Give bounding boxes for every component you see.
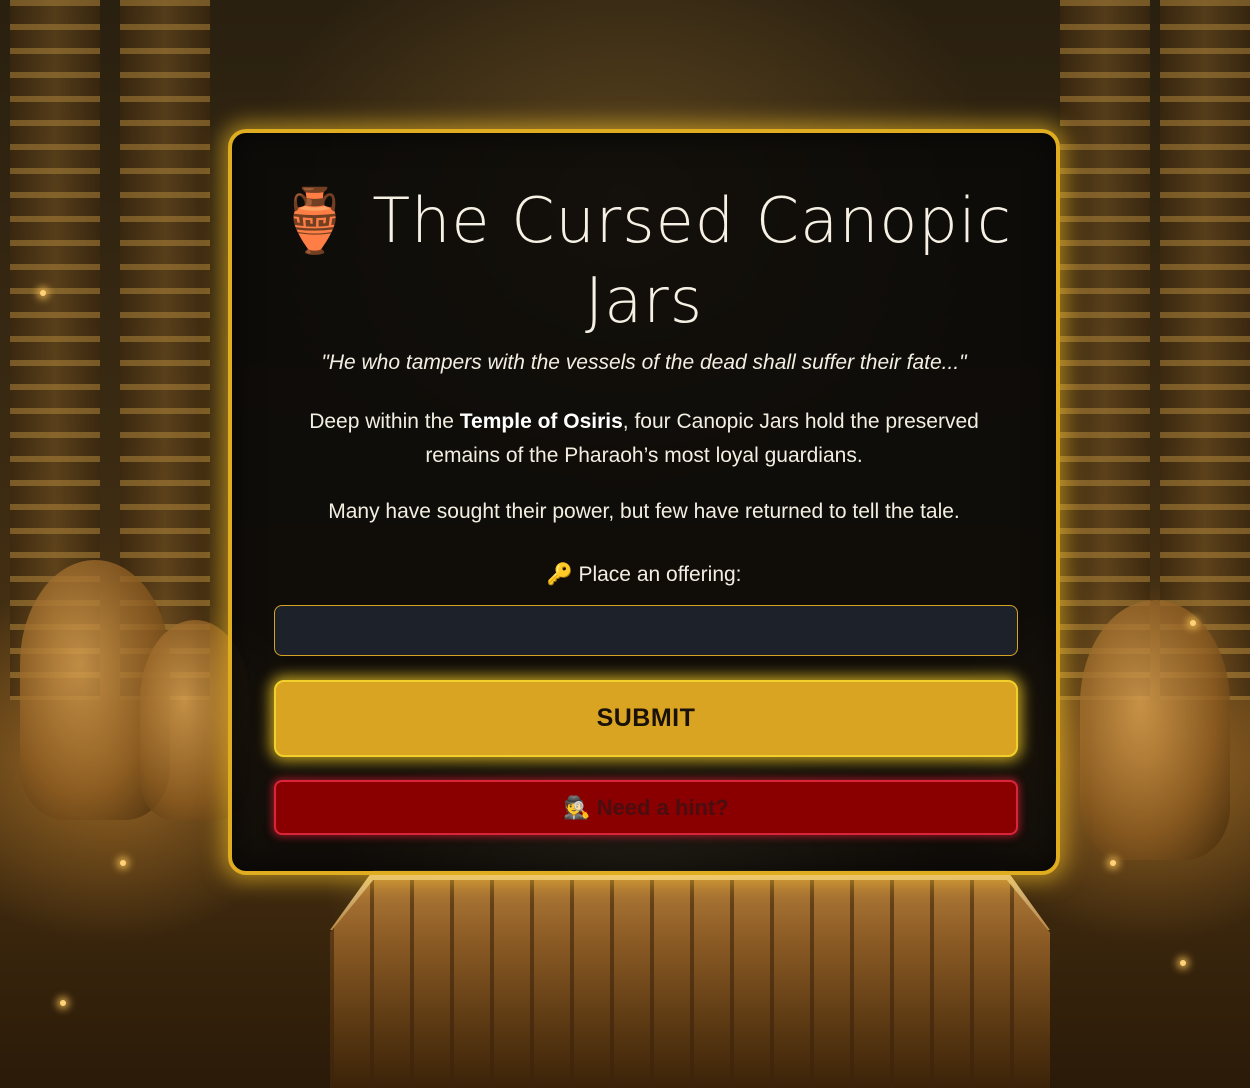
- glow-spark: [1190, 620, 1196, 626]
- glow-spark: [1180, 960, 1186, 966]
- hint-button-label: Need a hint?: [596, 794, 729, 820]
- temple-name: Temple of Osiris: [459, 410, 623, 433]
- glow-spark: [1110, 860, 1116, 866]
- hieroglyph-column: [1160, 0, 1250, 700]
- hint-button[interactable]: 🕵 Need a hint?: [274, 780, 1018, 835]
- page-title: 🏺 The Cursed Canopic Jars: [272, 181, 1016, 341]
- submit-button[interactable]: SUBMIT: [274, 680, 1018, 757]
- curse-quote: "He who tampers with the vessels of the …: [321, 351, 967, 374]
- pedestal: [330, 880, 1050, 1088]
- glow-spark: [120, 860, 126, 866]
- offering-label: 🔑 Place an offering:: [232, 563, 1056, 587]
- detective-icon: 🕵: [563, 794, 591, 820]
- offering-label-text: Place an offering:: [572, 563, 742, 586]
- side-jar: [1080, 600, 1230, 860]
- puzzle-panel: 🏺 The Cursed Canopic Jars "He who tampers…: [228, 129, 1060, 875]
- hieroglyph-column: [1060, 0, 1150, 700]
- offering-input[interactable]: [274, 605, 1018, 656]
- page-title-text: The Cursed Canopic Jars: [372, 184, 1012, 337]
- glow-spark: [60, 1000, 66, 1006]
- intro-paragraph: Deep within the Temple of Osiris, four C…: [282, 405, 1006, 473]
- amphora-icon: 🏺: [276, 184, 355, 257]
- key-icon: 🔑: [546, 563, 573, 586]
- glow-spark: [40, 290, 46, 296]
- warning-paragraph: Many have sought their power, but few ha…: [328, 500, 960, 523]
- intro-text-start: Deep within the: [309, 410, 460, 433]
